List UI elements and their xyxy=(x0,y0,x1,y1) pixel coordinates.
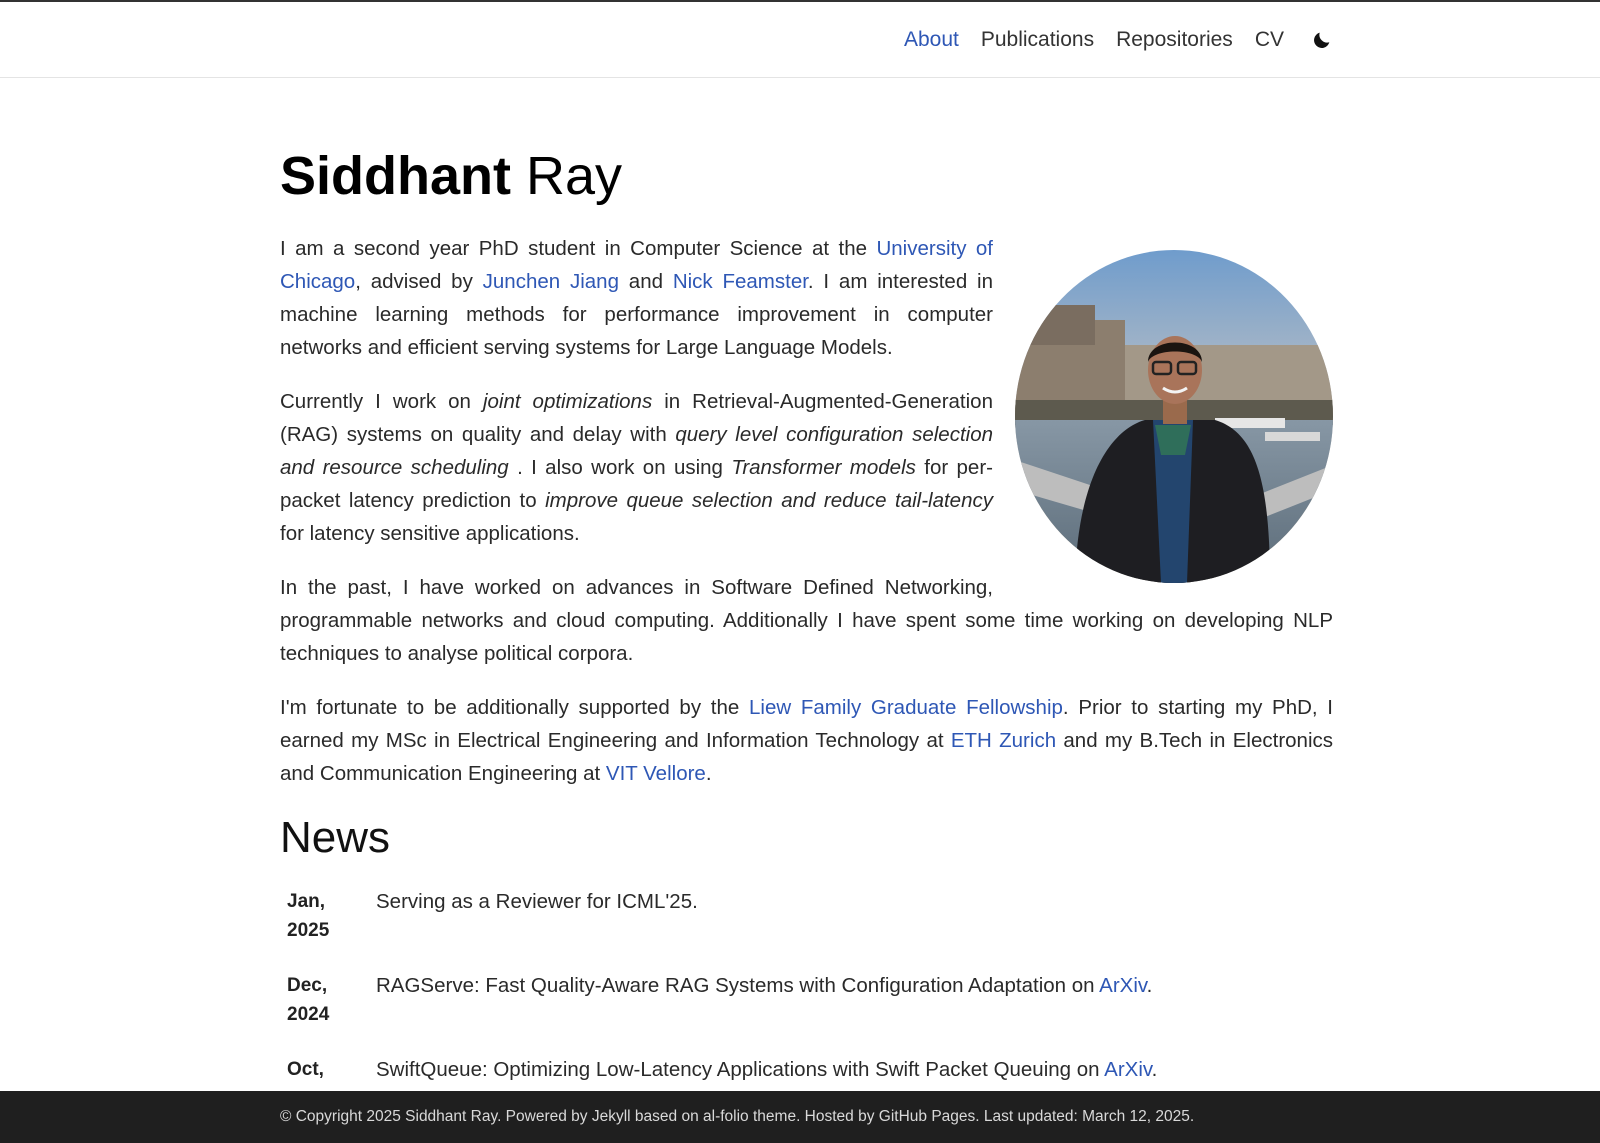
nav-links: About Publications Repositories CV xyxy=(882,2,1334,78)
bio-text: and xyxy=(618,270,673,293)
link-nick-feamster[interactable]: Nick Feamster xyxy=(673,270,808,293)
footer-copy: © Copyright 2025 Siddhant Ray. Powered b… xyxy=(280,1108,592,1125)
footer-link-github-pages[interactable]: GitHub Pages xyxy=(879,1108,976,1125)
footer-copy: . Last updated: March 12, 2025. xyxy=(975,1108,1195,1125)
news-text: SwiftQueue: Optimizing Low-Latency Appli… xyxy=(376,1055,1333,1084)
bio-text: I am a second year PhD student in Comput… xyxy=(280,237,877,260)
theme-toggle-button[interactable] xyxy=(1310,28,1334,52)
navbar: About Publications Repositories CV xyxy=(0,2,1600,78)
bio-paragraph-4: I'm fortunate to be additionally support… xyxy=(280,691,1333,790)
news-arxiv-link[interactable]: ArXiv xyxy=(1104,1058,1151,1081)
link-vit-vellore[interactable]: VIT Vellore xyxy=(606,762,706,785)
news-date-month: Jan, xyxy=(287,891,326,912)
bio-text: for latency sensitive applications. xyxy=(280,522,580,545)
bio-text: , advised by xyxy=(355,270,483,293)
footer: © Copyright 2025 Siddhant Ray. Powered b… xyxy=(0,1091,1600,1143)
news-text-punct: . xyxy=(1151,1058,1158,1081)
nav-item-about[interactable]: About xyxy=(904,28,959,52)
page-title: Siddhant Ray xyxy=(280,146,1333,206)
bio-emphasis: joint optimizations xyxy=(482,390,653,413)
news-date: Jan, 2025 xyxy=(280,887,376,945)
news-item: Dec, 2024 RAGServe: Fast Quality-Aware RA… xyxy=(280,971,1333,1029)
news-heading: News xyxy=(280,813,391,862)
profile-photo xyxy=(1015,250,1333,583)
main-content: Siddhant Ray I am a second year PhD stud… xyxy=(280,78,1333,1110)
link-liew-fellowship[interactable]: Liew Family Graduate Fellowship xyxy=(749,696,1063,719)
news-text-content: RAGServe: Fast Quality-Aware RAG Systems… xyxy=(376,974,1100,997)
first-name: Siddhant xyxy=(280,146,511,206)
news-date-year: 2024 xyxy=(287,1004,330,1025)
news-date-year: 2025 xyxy=(287,920,330,941)
footer-text: © Copyright 2025 Siddhant Ray. Powered b… xyxy=(280,1091,1194,1143)
news-date: Dec, 2024 xyxy=(280,971,376,1029)
news-date: Oct, xyxy=(280,1055,376,1084)
news-text: RAGServe: Fast Quality-Aware RAG Systems… xyxy=(376,971,1333,1000)
footer-link-al-folio[interactable]: al-folio xyxy=(703,1108,749,1125)
moon-icon xyxy=(1314,32,1330,48)
news-date-month: Dec, xyxy=(287,975,328,996)
link-junchen-jiang[interactable]: Junchen Jiang xyxy=(483,270,619,293)
nav-item-repositories[interactable]: Repositories xyxy=(1116,28,1233,52)
bio-section: I am a second year PhD student in Comput… xyxy=(280,232,1333,790)
footer-link-jekyll[interactable]: Jekyll xyxy=(592,1108,631,1125)
footer-copy: based on xyxy=(630,1108,704,1125)
link-eth-zurich[interactable]: ETH Zurich xyxy=(951,729,1056,752)
bio-emphasis: improve queue selection and reduce tail-… xyxy=(545,489,993,512)
news-item: Oct, SwiftQueue: Optimizing Low-Latency … xyxy=(280,1055,1333,1084)
nav-item-publications[interactable]: Publications xyxy=(981,28,1094,52)
news-text: Serving as a Reviewer for ICML'25. xyxy=(376,887,1333,916)
nav-item-cv[interactable]: CV xyxy=(1255,28,1284,52)
bio-text: Currently I work on xyxy=(280,390,483,413)
footer-copy: theme. Hosted by xyxy=(748,1108,879,1125)
last-name: Ray xyxy=(526,146,623,206)
news-arxiv-link[interactable]: ArXiv xyxy=(1099,974,1146,997)
profile-photo-image xyxy=(1015,250,1333,583)
news-text-content: Serving as a Reviewer for ICML'25. xyxy=(376,890,698,913)
news-list: Jan, 2025 Serving as a Reviewer for ICML'… xyxy=(280,887,1333,1084)
bio-text: . xyxy=(705,762,712,785)
bio-paragraph-3: In the past, I have worked on advances i… xyxy=(280,576,1333,665)
bio-text: . I also work on using xyxy=(508,456,732,479)
news-item: Jan, 2025 Serving as a Reviewer for ICML'… xyxy=(280,887,1333,945)
bio-emphasis: Transformer models xyxy=(731,456,916,479)
news-text-content: SwiftQueue: Optimizing Low-Latency Appli… xyxy=(376,1058,1105,1081)
news-text-punct: . xyxy=(1146,974,1153,997)
bio-text: I'm fortunate to be additionally support… xyxy=(280,696,749,719)
news-date-month: Oct, xyxy=(287,1059,324,1080)
